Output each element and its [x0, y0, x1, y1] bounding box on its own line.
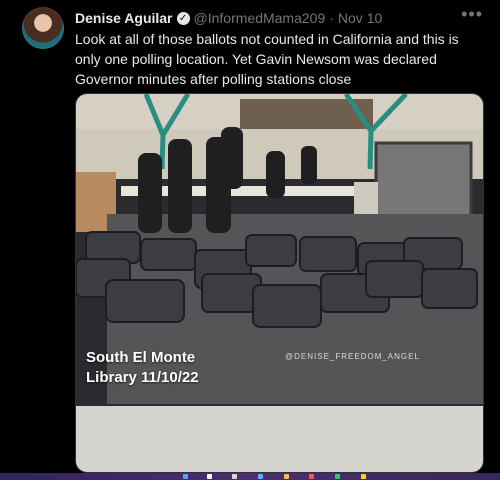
browser-icon[interactable]	[258, 474, 263, 479]
chat-icon[interactable]	[335, 474, 340, 479]
profile-avatar[interactable]	[22, 7, 64, 49]
folder-icon[interactable]	[284, 474, 289, 479]
search-icon[interactable]	[207, 474, 212, 479]
header-separator: ·	[329, 10, 334, 26]
caption-location: South El Monte	[86, 349, 196, 366]
task-view-icon[interactable]	[232, 474, 237, 479]
photos-icon[interactable]	[361, 474, 366, 479]
tweet-date[interactable]: Nov 10	[338, 10, 382, 26]
author-handle[interactable]: @InformedMama209	[194, 10, 326, 26]
photo-caption: South El Monte Library 11/10/22	[86, 348, 199, 388]
author-name[interactable]: Denise Aguilar	[75, 10, 173, 26]
tweet-text: Look at all of those ballots not counted…	[75, 31, 459, 87]
start-icon[interactable]	[183, 474, 188, 479]
more-options-icon[interactable]: •••	[461, 5, 483, 23]
room-photo	[76, 94, 483, 472]
tweet-header: Denise Aguilar ✓ @InformedMama209 · Nov …	[75, 9, 382, 27]
photo-watermark: @DENISE_FREEDOM_ANGEL	[285, 352, 420, 361]
caption-date: Library 11/10/22	[86, 369, 199, 386]
app-icon[interactable]	[309, 474, 314, 479]
previous-post-strip	[74, 0, 494, 6]
tweet-image[interactable]: South El Monte Library 11/10/22 @DENISE_…	[75, 93, 484, 473]
verified-badge-icon: ✓	[176, 11, 190, 25]
taskbar	[0, 473, 500, 480]
